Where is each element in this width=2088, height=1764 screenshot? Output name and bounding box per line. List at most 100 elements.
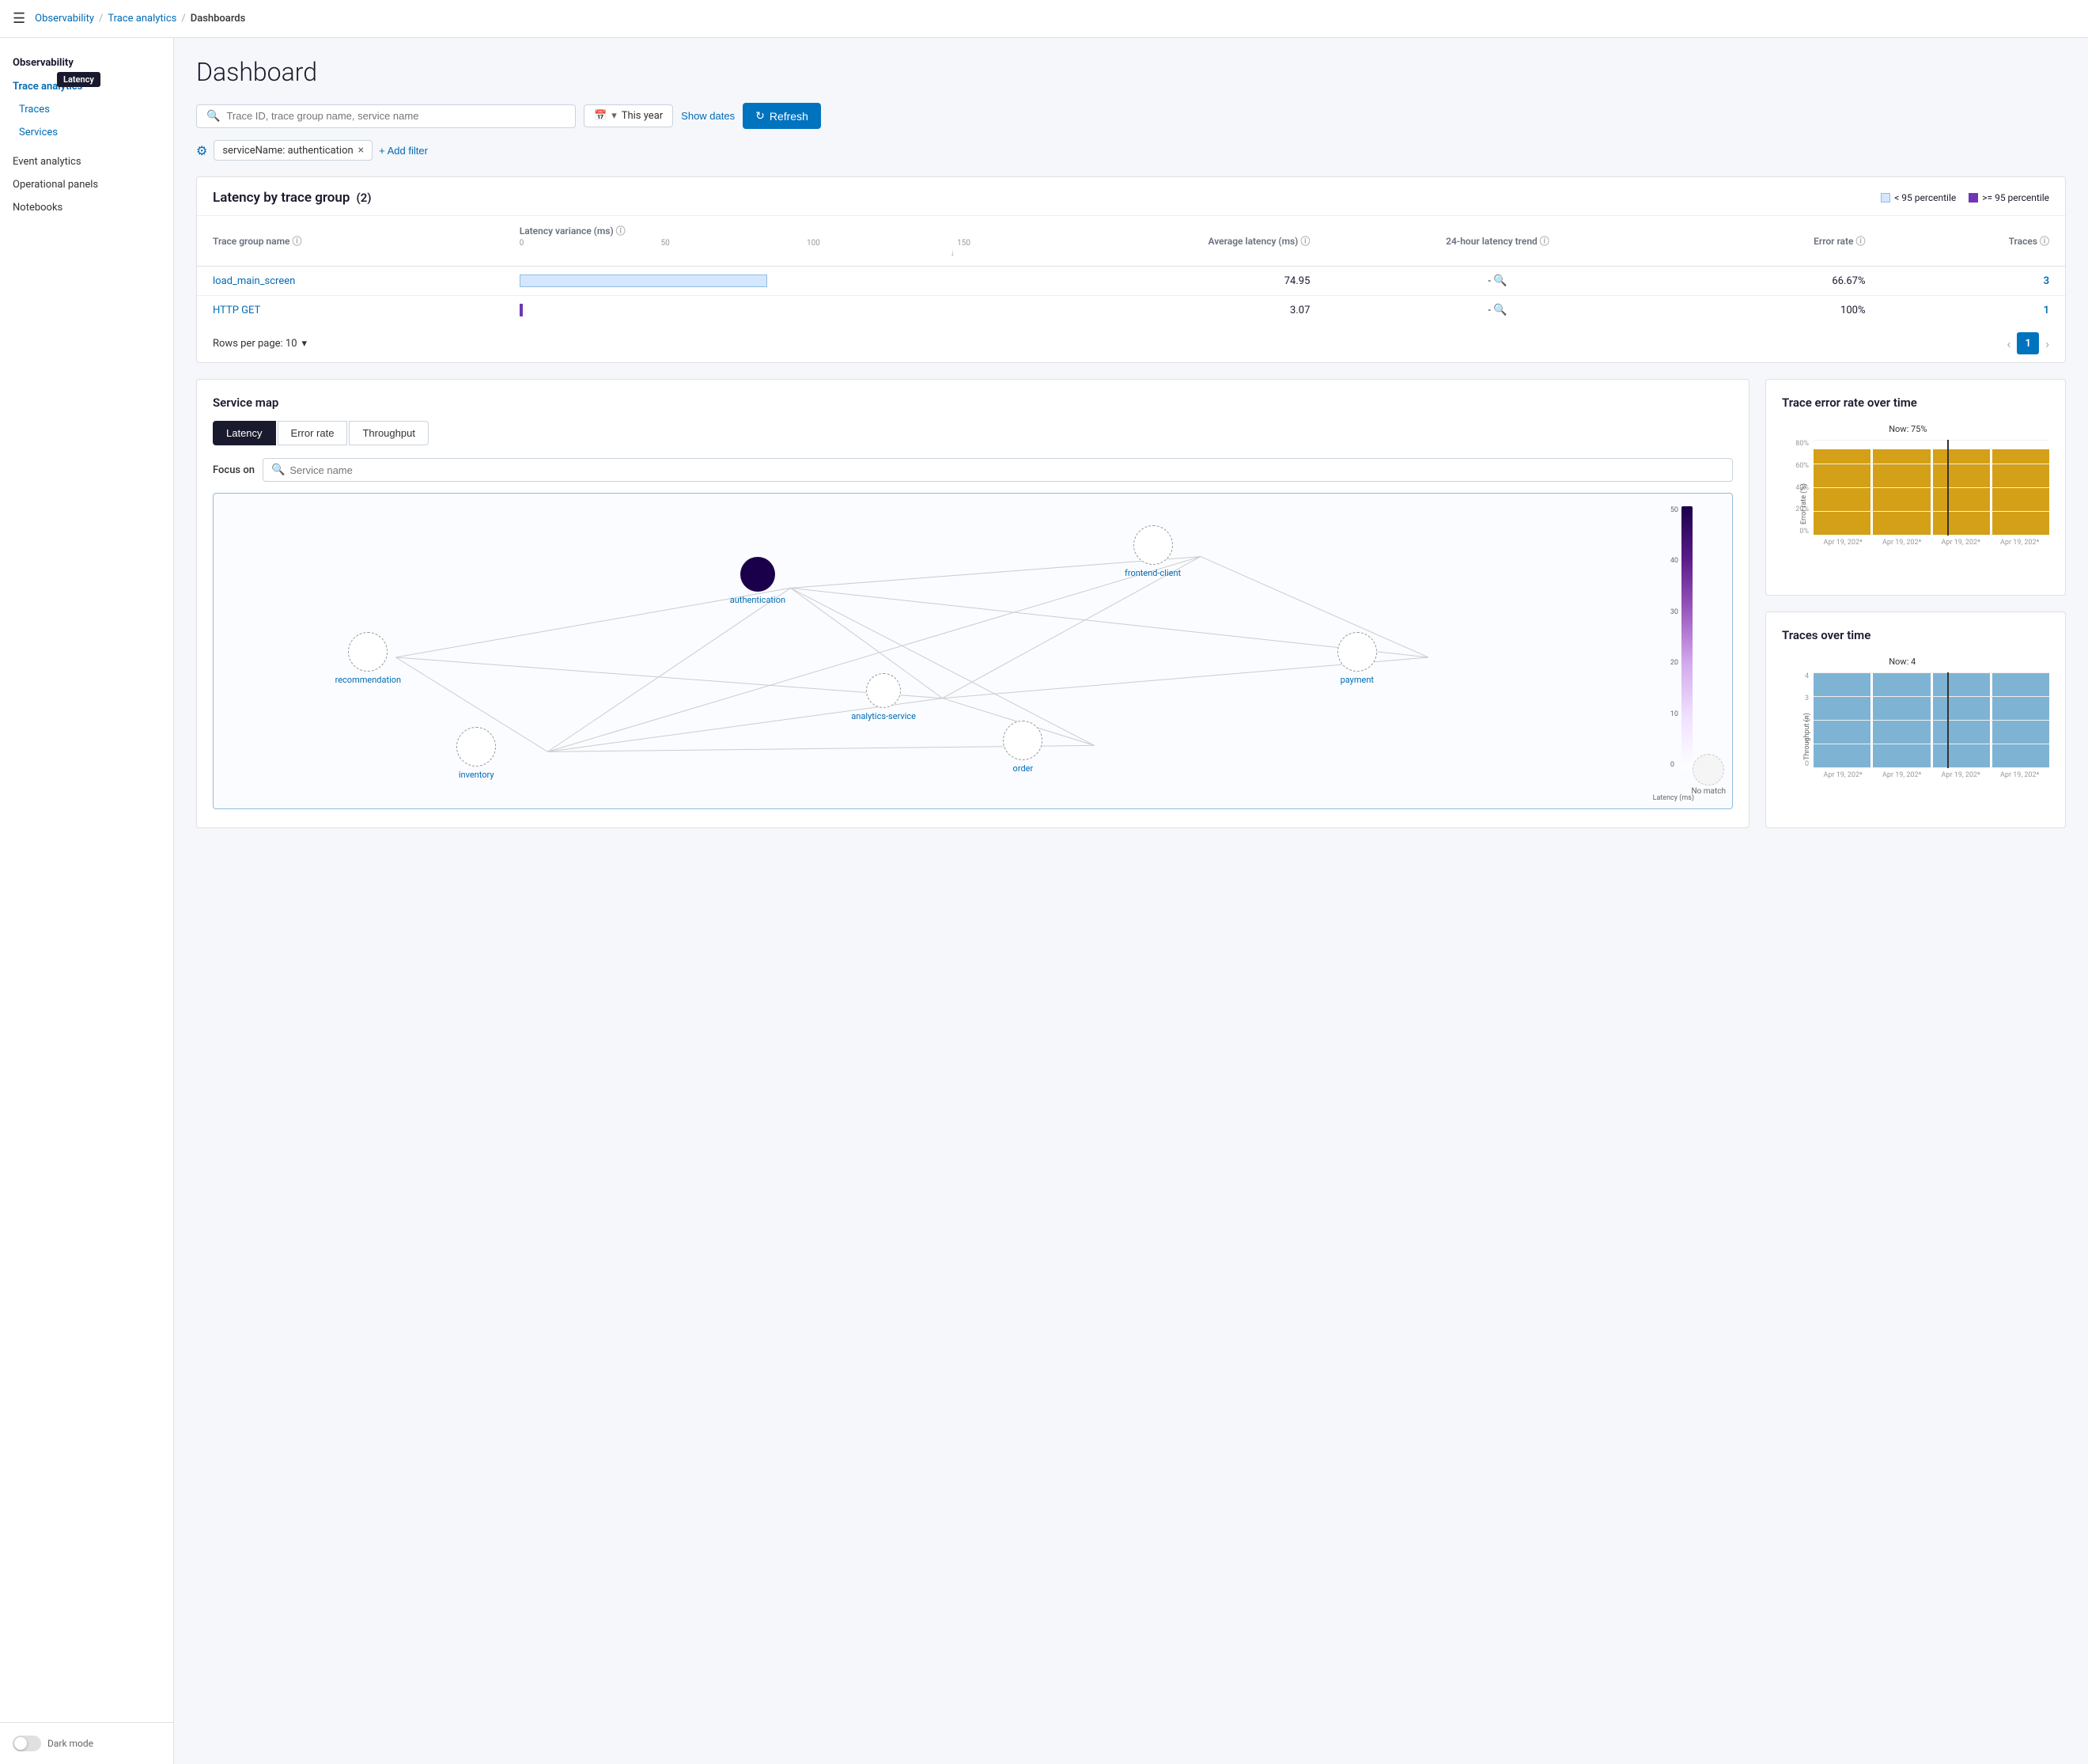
menu-icon[interactable]: ☰ — [13, 10, 25, 27]
order-circle — [1003, 721, 1042, 760]
row-1-error-rate: 100% — [1670, 296, 1882, 325]
y-label-0: 0% — [1799, 528, 1809, 536]
frontend-client-circle — [1133, 525, 1173, 565]
service-map-card: Service map Latency Error rate Throughpu… — [196, 379, 1749, 828]
colorbar-label-0: 0 — [1670, 761, 1678, 769]
toolbar: 🔍 📅 ▾ This year Show dates ↻ Refresh — [196, 103, 2066, 129]
row-1-name[interactable]: HTTP GET — [213, 305, 260, 316]
row-0-trend-dash: - — [1488, 275, 1491, 287]
row-0-traces: 3 — [1882, 267, 2066, 296]
service-map-tabs: Latency Error rate Throughput — [213, 421, 1733, 445]
sidebar-item-event-analytics[interactable]: Event analytics — [0, 150, 173, 173]
node-authentication[interactable]: authentication — [730, 557, 785, 605]
date-picker-button[interactable]: 📅 ▾ This year — [584, 104, 673, 127]
bottom-panels: Service map Latency Error rate Throughpu… — [196, 379, 2066, 828]
focus-search-input[interactable] — [289, 464, 1724, 476]
filter-icon[interactable]: ⚙ — [196, 143, 207, 158]
network-lines-svg — [214, 494, 1732, 808]
focus-input-box[interactable]: 🔍 — [263, 458, 1733, 482]
traces-chart-area: Now: 4 4 3 2 1 0 — [1782, 653, 2049, 812]
inventory-circle — [456, 727, 496, 767]
row-0-bar-fill — [520, 274, 768, 287]
table-row: HTTP GET 3.07 - 🔍 100% — [197, 296, 2065, 325]
breadcrumb-observability[interactable]: Observability — [35, 13, 94, 25]
node-frontend-client[interactable]: frontend-client — [1125, 525, 1181, 578]
traces-y-axis-label: Throughput (n) — [1803, 713, 1811, 760]
colorbar-labels: 50 40 30 20 10 0 — [1670, 506, 1678, 769]
filter-tag-servicename: serviceName: authentication × — [214, 140, 373, 161]
traces-x-label-0: Apr 19, 202* — [1824, 771, 1863, 779]
traces-x-label-2: Apr 19, 202* — [1942, 771, 1980, 779]
gridline — [1814, 511, 2049, 512]
row-1-variance-bar — [520, 304, 970, 316]
sidebar-item-services[interactable]: Services — [0, 121, 173, 144]
sidebar: Observability Trace analytics Latency Tr… — [0, 38, 174, 1764]
x-label-3: Apr 19, 202* — [2000, 539, 2039, 547]
refresh-button[interactable]: ↻ Refresh — [743, 103, 821, 129]
row-0-variance-bar — [520, 274, 970, 287]
row-1-trend: - 🔍 — [1326, 296, 1669, 325]
rows-per-page-selector[interactable]: Rows per page: 10 ▾ — [213, 338, 307, 350]
col-avg-latency: Average latency (ms) ⓘ — [986, 216, 1326, 267]
sidebar-item-operational-panels[interactable]: Operational panels — [0, 173, 173, 196]
focus-on-row: Focus on 🔍 — [213, 458, 1733, 482]
traces-chart-title: Traces over time — [1782, 628, 2049, 642]
colorbar-label-40: 40 — [1670, 557, 1678, 565]
page-title: Dashboard — [196, 57, 2066, 87]
table-row: load_main_screen 74.95 - 🔍 66.67% — [197, 267, 2065, 296]
node-order[interactable]: order — [1003, 721, 1042, 774]
dark-mode-toggle[interactable] — [13, 1736, 41, 1751]
node-analytics-service[interactable]: analytics-service — [851, 673, 916, 721]
traces-y-label-0: 0 — [1805, 760, 1809, 768]
table-header-row: Trace group name ⓘ Latency variance (ms)… — [197, 216, 2065, 267]
error-rate-gridlines — [1814, 440, 2049, 536]
traces-chart-card: Traces over time Now: 4 4 3 2 1 0 — [1765, 611, 2066, 828]
sidebar-item-trace-analytics[interactable]: Trace analytics Latency — [0, 75, 173, 98]
prev-page-button[interactable]: ‹ — [2007, 336, 2010, 351]
row-0-variance-cell — [504, 267, 986, 296]
row-0-zoom-icon[interactable]: 🔍 — [1493, 274, 1507, 287]
row-1-variance-cell — [504, 296, 986, 325]
node-recommendation[interactable]: recommendation — [335, 632, 402, 685]
node-payment[interactable]: payment — [1337, 632, 1377, 685]
error-rate-x-axis: Apr 19, 202* Apr 19, 202* Apr 19, 202* A… — [1782, 539, 2049, 547]
search-input[interactable] — [226, 110, 566, 122]
next-page-button[interactable]: › — [2045, 336, 2049, 351]
traces-y-label-3: 3 — [1805, 695, 1809, 702]
latency-table-card: Latency by trace group (2) < 95 percenti… — [196, 176, 2066, 363]
colorbar-unit-label: Latency (ms) — [1653, 794, 1694, 802]
legend-dark: >= 95 percentile — [1969, 192, 2049, 203]
row-1-traces-link[interactable]: 1 — [2044, 305, 2049, 316]
order-label: order — [1013, 763, 1034, 774]
page-number-1[interactable]: 1 — [2017, 332, 2039, 354]
row-0-name[interactable]: load_main_screen — [213, 275, 295, 287]
add-filter-button[interactable]: + Add filter — [379, 145, 428, 157]
legend-dark-box — [1969, 193, 1978, 203]
main-content: Dashboard 🔍 📅 ▾ This year Show dates ↻ R… — [174, 38, 2088, 1764]
table-title: Latency by trace group — [213, 190, 350, 206]
sidebar-item-traces[interactable]: Traces — [0, 98, 173, 121]
table-legend: < 95 percentile >= 95 percentile — [1881, 192, 2049, 203]
dark-mode-toggle-row: Dark mode — [0, 1722, 174, 1764]
col-traces: Traces ⓘ — [1882, 216, 2066, 267]
row-1-zoom-icon[interactable]: 🔍 — [1493, 304, 1507, 316]
filter-remove-button[interactable]: × — [358, 144, 364, 157]
dark-mode-label: Dark mode — [47, 1738, 93, 1749]
breadcrumb-trace-analytics[interactable]: Trace analytics — [108, 13, 176, 25]
colorbar — [1681, 506, 1693, 769]
traces-x-axis: Apr 19, 202* Apr 19, 202* Apr 19, 202* A… — [1782, 771, 2049, 779]
row-0-traces-link[interactable]: 3 — [2044, 275, 2049, 287]
search-box[interactable]: 🔍 — [196, 104, 576, 128]
pagination-row: Rows per page: 10 ▾ ‹ 1 › — [197, 324, 2065, 362]
x-label-1: Apr 19, 202* — [1882, 539, 1921, 547]
refresh-label: Refresh — [770, 110, 808, 123]
tab-error-rate[interactable]: Error rate — [278, 421, 348, 445]
show-dates-button[interactable]: Show dates — [681, 110, 735, 122]
node-inventory[interactable]: inventory — [456, 727, 496, 780]
sidebar-item-notebooks[interactable]: Notebooks — [0, 196, 173, 219]
tab-latency[interactable]: Latency — [213, 421, 276, 445]
tab-throughput[interactable]: Throughput — [349, 421, 429, 445]
row-1-avg-latency: 3.07 — [986, 296, 1326, 325]
x-label-0: Apr 19, 202* — [1824, 539, 1863, 547]
refresh-icon: ↻ — [755, 109, 765, 123]
